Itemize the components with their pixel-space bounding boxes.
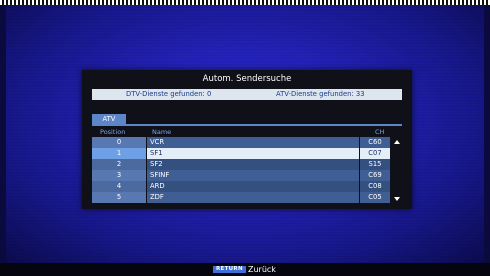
channel-number: S15: [360, 159, 390, 170]
column-header-position: Position: [100, 128, 126, 136]
channel-number: C08: [360, 181, 390, 192]
channel-name: VCR: [147, 137, 359, 148]
channel-position: 3: [92, 170, 146, 181]
channel-position: 4: [92, 181, 146, 192]
return-key-badge[interactable]: RETURN: [213, 266, 246, 273]
list-scrollbar[interactable]: [392, 137, 402, 205]
channel-row[interactable]: 3 SFINF C69: [92, 170, 408, 181]
channel-name: ZDF: [147, 192, 359, 203]
channel-row-selected[interactable]: 1 SF1 C07: [92, 148, 408, 159]
tv-screen: Autom. Sendersuche DTV-Dienste gefunden:…: [0, 0, 490, 276]
auto-channel-search-dialog: Autom. Sendersuche DTV-Dienste gefunden:…: [82, 70, 412, 209]
channel-row[interactable]: 0 VCR C60: [92, 137, 408, 148]
column-header-channel: CH: [375, 128, 385, 136]
channel-position: 0: [92, 137, 146, 148]
channel-position: 5: [92, 192, 146, 203]
channel-number: C07: [360, 148, 390, 159]
channel-number: C69: [360, 170, 390, 181]
channel-name: SF1: [147, 148, 359, 159]
dialog-title: Autom. Sendersuche: [202, 74, 292, 84]
channel-name: ARD: [147, 181, 359, 192]
dtv-found-count: DTV-Dienste gefunden: 0: [126, 90, 212, 98]
found-services-bar: DTV-Dienste gefunden: 0 ATV-Dienste gefu…: [92, 89, 402, 100]
atv-found-count: ATV-Dienste gefunden: 33: [276, 90, 365, 98]
scroll-down-icon[interactable]: [394, 197, 400, 201]
channel-row[interactable]: 5 ZDF C05: [92, 192, 408, 203]
channel-row[interactable]: 2 SF2 S15: [92, 159, 408, 170]
scroll-up-icon[interactable]: [394, 140, 400, 144]
channel-name: SF2: [147, 159, 359, 170]
return-label: Zurück: [248, 265, 276, 274]
channel-number: C05: [360, 192, 390, 203]
channel-list: 0 VCR C60 1 SF1 C07 2 SF2 S15 3 SFINF C6…: [92, 137, 408, 205]
channel-number: C60: [360, 137, 390, 148]
tab-atv[interactable]: ATV: [92, 114, 126, 124]
column-header-name: Name: [152, 128, 172, 136]
channel-position: 1: [92, 148, 146, 159]
channel-row[interactable]: 4 ARD C08: [92, 181, 408, 192]
tab-underline: [92, 124, 402, 126]
channel-name: SFINF: [147, 170, 359, 181]
channel-position: 2: [92, 159, 146, 170]
